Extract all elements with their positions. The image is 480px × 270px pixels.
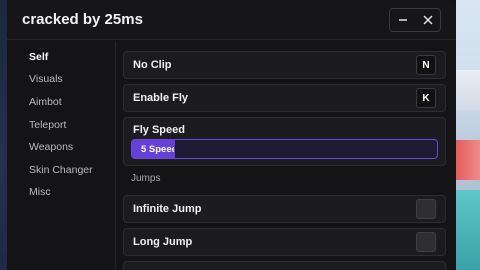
- game-background-teal-block: [456, 190, 480, 270]
- minimize-button[interactable]: [390, 9, 415, 31]
- fly-speed-row: Fly Speed 5 Speed: [123, 117, 446, 166]
- sidebar-item-self[interactable]: Self: [29, 51, 48, 63]
- long-jump-checkbox[interactable]: [416, 232, 436, 252]
- game-background-floor: [456, 70, 480, 110]
- no-clip-label: No Clip: [133, 59, 172, 71]
- game-background-red-block: [456, 140, 480, 180]
- game-background-left: [0, 0, 7, 270]
- no-clip-keybind[interactable]: N: [416, 55, 436, 75]
- long-jump-label: Long Jump: [133, 236, 193, 248]
- title-bar[interactable]: cracked by 25ms: [7, 0, 456, 40]
- enable-fly-keybind[interactable]: K: [416, 88, 436, 108]
- close-button[interactable]: [415, 9, 440, 31]
- sidebar-item-aimbot[interactable]: Aimbot: [29, 96, 62, 108]
- sidebar: Self Visuals Aimbot Teleport Weapons Ski…: [7, 41, 116, 270]
- sidebar-item-misc[interactable]: Misc: [29, 186, 51, 198]
- enable-fly-label: Enable Fly: [133, 92, 189, 104]
- jumps-section-label: Jumps: [131, 173, 161, 184]
- minus-icon: [398, 19, 407, 21]
- close-icon: [423, 15, 432, 25]
- infinite-jump-label: Infinite Jump: [133, 203, 202, 215]
- fly-speed-value: 5 Speed: [141, 144, 174, 155]
- fly-speed-label: Fly Speed: [133, 124, 185, 136]
- fly-speed-slider[interactable]: 5 Speed: [131, 139, 438, 159]
- cheat-menu-window: cracked by 25ms Self Visuals Aimbot Tele…: [7, 0, 456, 270]
- window-controls: [389, 8, 441, 32]
- window-title: cracked by 25ms: [22, 11, 143, 28]
- infinite-jump-row[interactable]: Infinite Jump: [123, 195, 446, 223]
- no-clip-row[interactable]: No Clip N: [123, 51, 446, 79]
- sidebar-item-weapons[interactable]: Weapons: [29, 141, 73, 153]
- main-panel: No Clip N Enable Fly K Fly Speed 5 Speed…: [117, 41, 456, 270]
- long-jump-row[interactable]: Long Jump: [123, 228, 446, 256]
- sidebar-item-teleport[interactable]: Teleport: [29, 119, 66, 131]
- sidebar-item-visuals[interactable]: Visuals: [29, 73, 63, 85]
- enable-fly-row[interactable]: Enable Fly K: [123, 84, 446, 112]
- next-option-row[interactable]: [123, 261, 446, 270]
- sidebar-item-skin-changer[interactable]: Skin Changer: [29, 164, 93, 176]
- infinite-jump-checkbox[interactable]: [416, 199, 436, 219]
